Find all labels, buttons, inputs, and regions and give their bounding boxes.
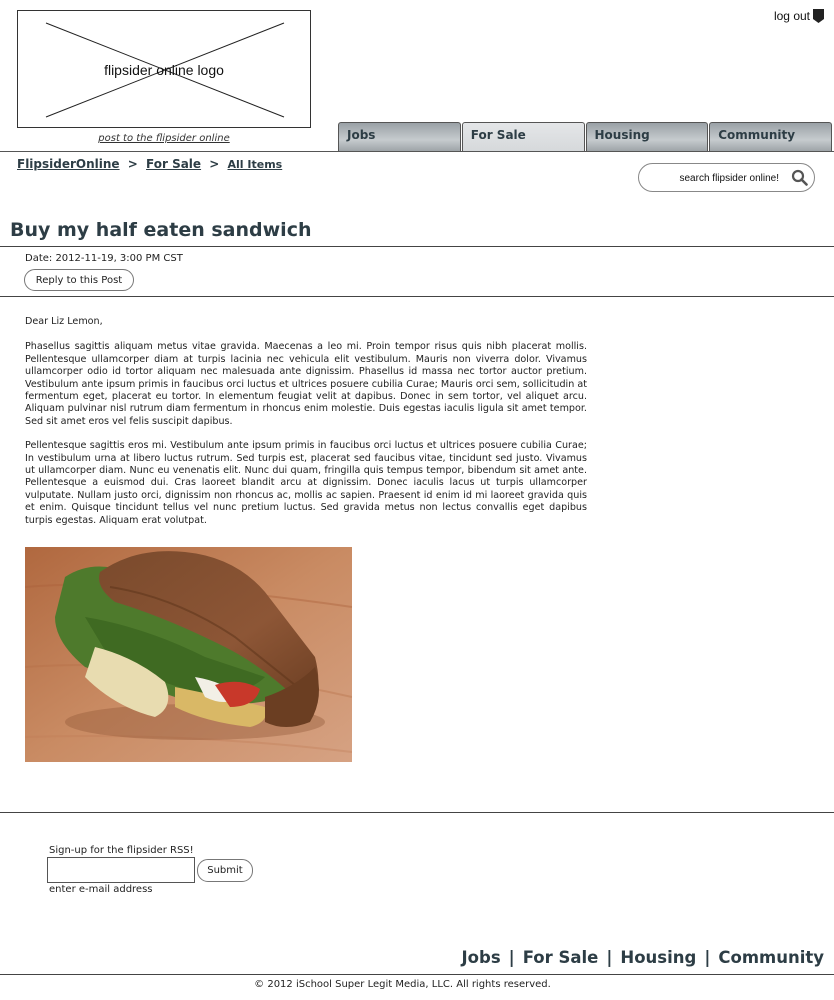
- header-divider: [0, 151, 834, 152]
- submit-button[interactable]: Submit: [197, 859, 253, 882]
- tab-jobs[interactable]: Jobs: [338, 122, 461, 151]
- footer-separator: |: [508, 948, 515, 967]
- footer-nav: Jobs | For Sale | Housing | Community: [462, 948, 824, 967]
- post-link[interactable]: post to the flipsider online: [17, 133, 311, 144]
- content-divider: [0, 812, 834, 813]
- breadcrumb-for-sale[interactable]: For Sale: [146, 157, 201, 171]
- post-greeting: Dear Liz Lemon,: [25, 316, 103, 327]
- post-date: Date: 2012-11-19, 3:00 PM CST: [25, 253, 183, 264]
- main-tabs: Jobs For Sale Housing Community: [338, 122, 833, 151]
- logout-icon: [813, 9, 824, 23]
- post-body: Dear Liz Lemon, Phasellus sagittis aliqu…: [25, 316, 587, 539]
- footer-divider: [0, 974, 834, 975]
- title-divider: [0, 246, 834, 247]
- post-paragraph: Pellentesque sagittis eros mi. Vestibulu…: [25, 440, 587, 526]
- reply-button[interactable]: Reply to this Post: [24, 269, 134, 291]
- footer-separator: |: [606, 948, 613, 967]
- footer-link-jobs[interactable]: Jobs: [462, 948, 501, 967]
- breadcrumb-separator: >: [209, 157, 220, 171]
- footer-link-community[interactable]: Community: [718, 948, 824, 967]
- post-paragraph: Phasellus sagittis aliquam metus vitae g…: [25, 341, 587, 427]
- tab-housing[interactable]: Housing: [585, 122, 709, 151]
- breadcrumb-home[interactable]: FlipsiderOnline: [17, 157, 120, 171]
- breadcrumb: FlipsiderOnline > For Sale > All Items: [17, 157, 282, 171]
- email-hint: enter e-mail address: [49, 884, 153, 895]
- breadcrumb-separator: >: [127, 157, 138, 171]
- post-title: Buy my half eaten sandwich: [10, 219, 312, 241]
- sandwich-photo: [25, 547, 352, 762]
- tab-for-sale[interactable]: For Sale: [461, 122, 585, 151]
- search-input[interactable]: [651, 170, 779, 186]
- footer-link-housing[interactable]: Housing: [620, 948, 696, 967]
- copyright: © 2012 iSchool Super Legit Media, LLC. A…: [254, 979, 551, 990]
- logo-text: flipsider online logo: [104, 62, 224, 78]
- search-box: [638, 163, 815, 192]
- rss-label: Sign-up for the flipsider RSS!: [49, 845, 194, 856]
- logo-placeholder[interactable]: flipsider online logo: [17, 10, 311, 128]
- logout-link[interactable]: log out: [774, 9, 824, 23]
- footer-link-for-sale[interactable]: For Sale: [523, 948, 599, 967]
- footer-separator: |: [704, 948, 711, 967]
- search-icon[interactable]: [791, 169, 808, 186]
- breadcrumb-all-items[interactable]: All Items: [228, 158, 283, 171]
- email-field[interactable]: [47, 857, 195, 883]
- logout-label: log out: [773, 9, 810, 23]
- meta-divider: [0, 296, 834, 297]
- tab-community[interactable]: Community: [709, 122, 832, 151]
